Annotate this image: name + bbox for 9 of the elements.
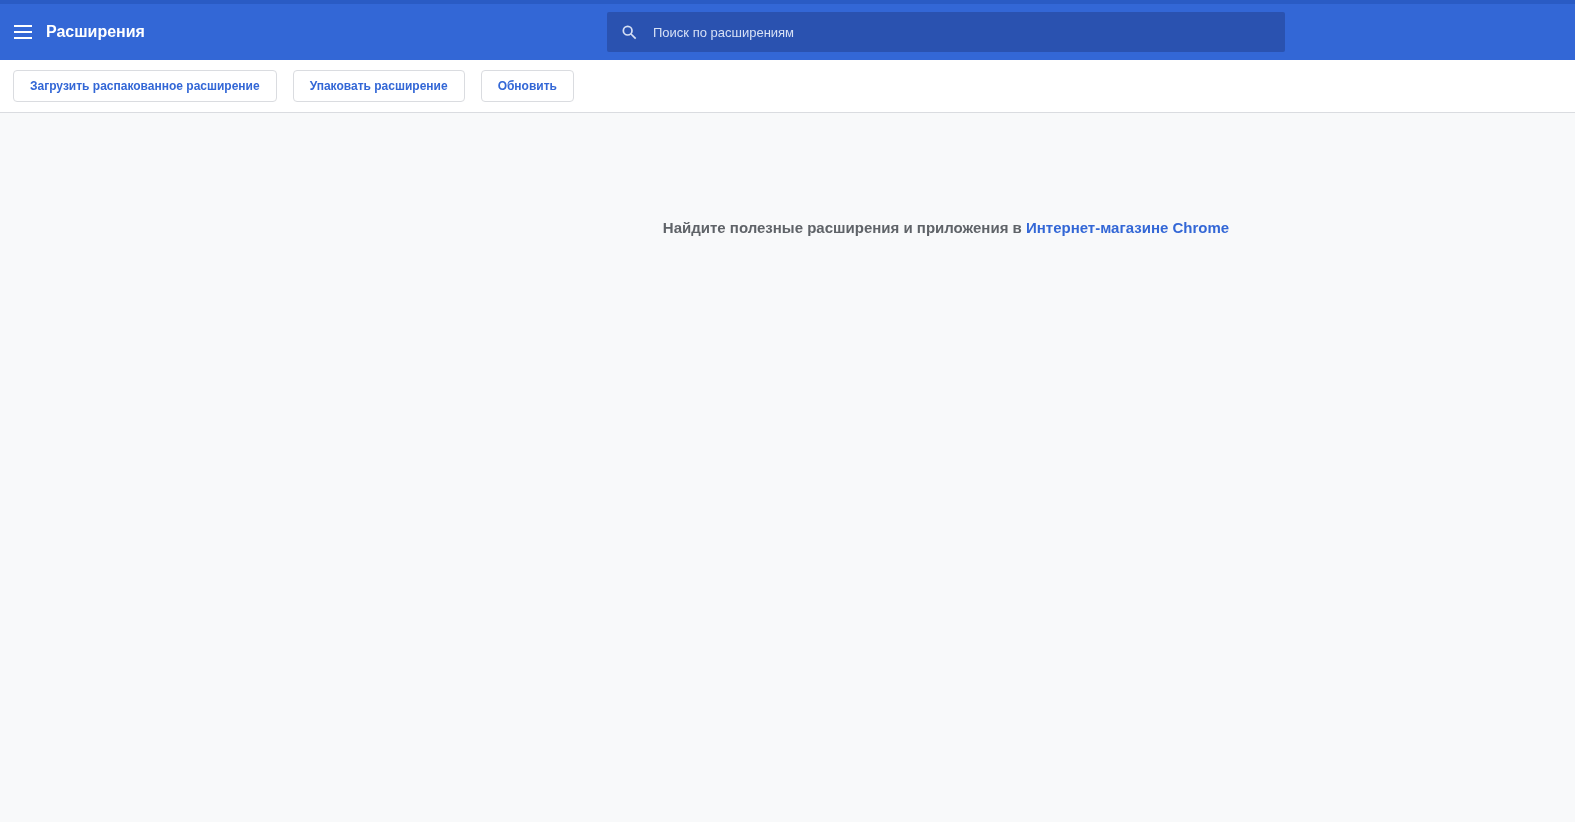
search-field[interactable]: Поиск по расширениям <box>607 12 1285 52</box>
search-icon <box>621 24 637 40</box>
menu-icon[interactable] <box>14 25 32 39</box>
toolbar-button[interactable]: Загрузить распакованное расширение <box>13 70 277 102</box>
toolbar-button[interactable]: Обновить <box>480 70 574 102</box>
store-suggestion-text: Найдите полезные расширения и приложения в Интернет-магазине Chrome <box>661 218 1231 238</box>
page-title: Расширения <box>46 22 145 42</box>
toolbar-button[interactable]: Упаковать расширение <box>292 70 465 102</box>
web-store-link[interactable]: Интернет-магазине Chrome <box>1025 219 1230 236</box>
